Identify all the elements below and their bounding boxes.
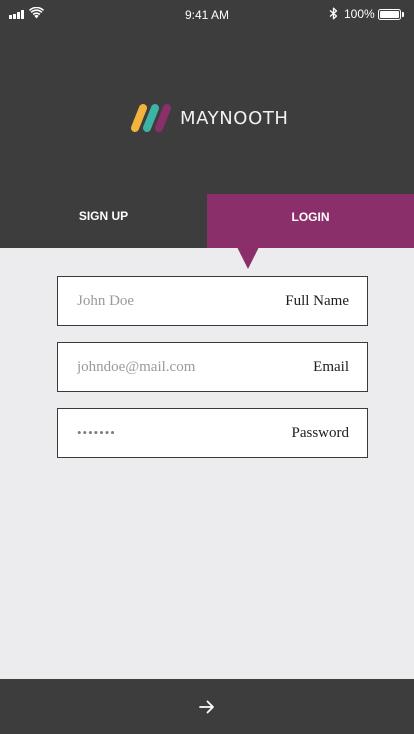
full-name-input[interactable] [77, 292, 278, 310]
battery-icon [378, 9, 401, 20]
app-header: 9:41 AM 100% MAYNOOTH SIGN UP LOGIN [0, 0, 414, 248]
arrow-right-icon [199, 700, 214, 713]
logo-stripe-yellow [131, 104, 147, 132]
full-name-label: Full Name [285, 292, 349, 309]
logo-stripe-purple [155, 104, 171, 132]
password-field[interactable]: ••••••• Password [57, 408, 368, 458]
email-field[interactable]: Email [57, 342, 368, 392]
battery-level [380, 11, 399, 18]
tab-login[interactable]: LOGIN [207, 194, 414, 248]
battery-cap [402, 12, 404, 17]
tab-sign-up-label: SIGN UP [78, 209, 129, 223]
status-bar: 9:41 AM 100% [0, 0, 414, 30]
password-label: Password [291, 424, 349, 441]
tab-sign-up[interactable]: SIGN UP [0, 194, 207, 248]
active-tab-pointer [237, 247, 259, 269]
bluetooth-icon [329, 7, 338, 20]
maynooth-logo-icon [131, 104, 171, 132]
battery-percent: 100% [344, 7, 375, 21]
tab-login-label: LOGIN [291, 210, 330, 224]
logo-stripe-teal [143, 104, 159, 132]
email-input[interactable] [77, 358, 306, 376]
full-name-field[interactable]: Full Name [57, 276, 368, 326]
password-input[interactable]: ••••••• [77, 425, 283, 441]
brand-name: MAYNOOTH [180, 108, 289, 129]
submit-button[interactable] [0, 679, 414, 734]
email-label: Email [313, 358, 349, 375]
